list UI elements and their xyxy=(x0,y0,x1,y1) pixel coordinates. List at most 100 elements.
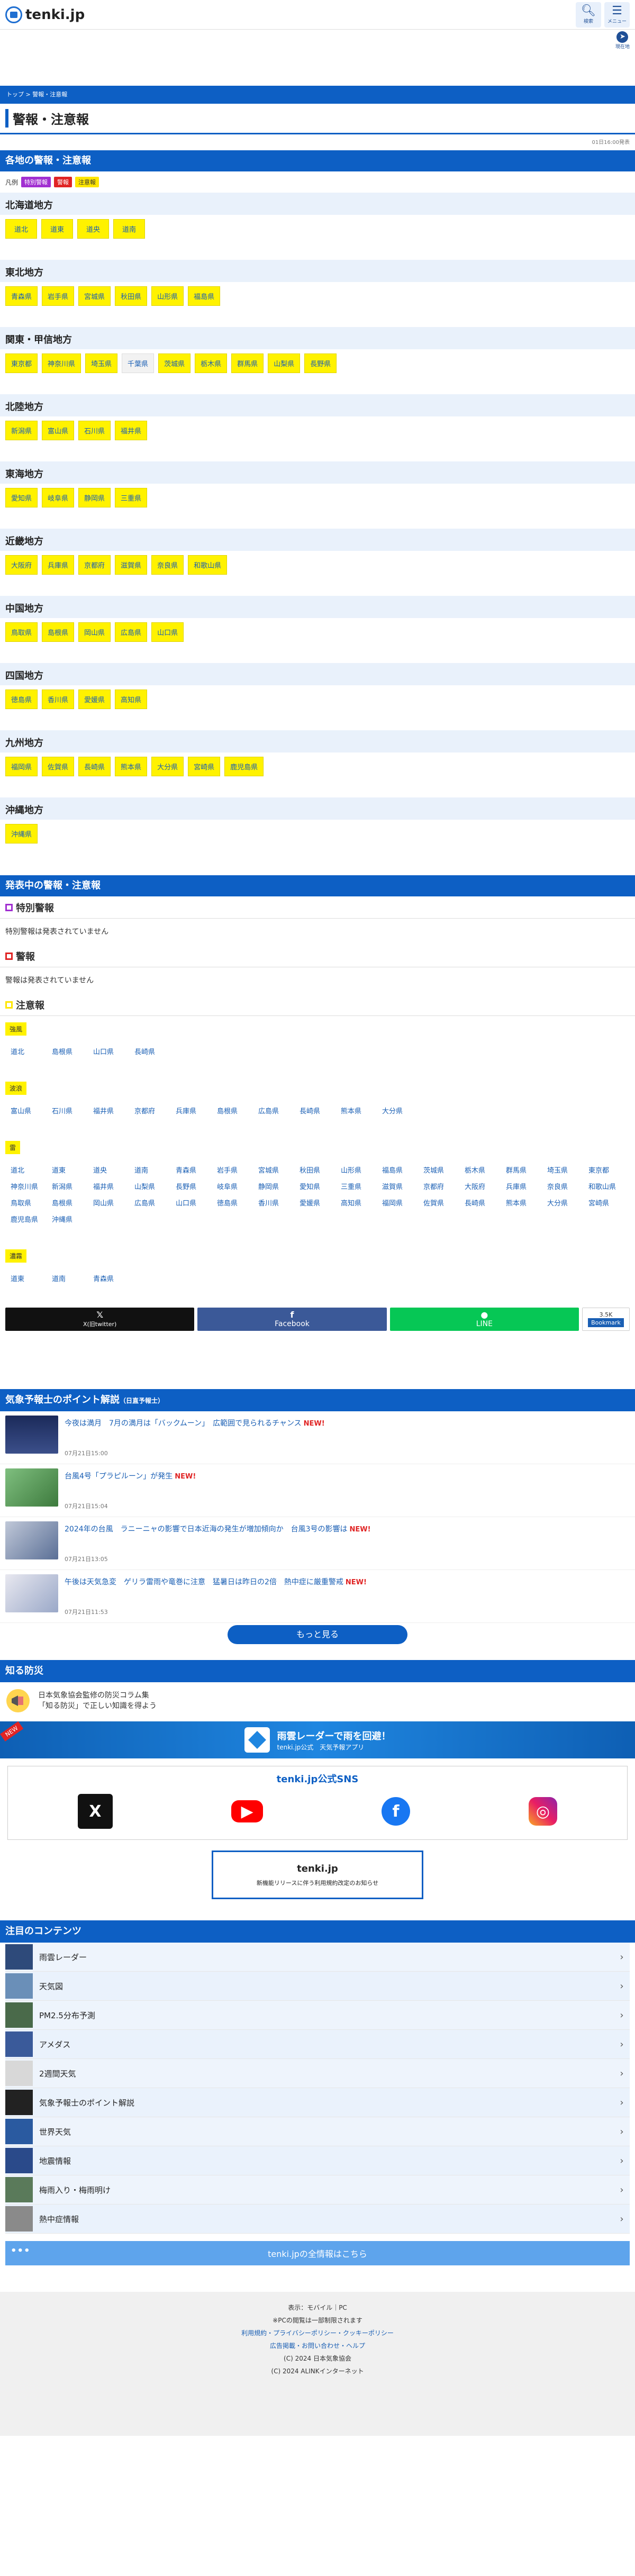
pref-link[interactable]: 岩手県 xyxy=(42,286,75,306)
content-item[interactable]: PM2.5分布予測 › xyxy=(5,2001,630,2030)
pref-link[interactable]: 静岡県 xyxy=(78,488,111,507)
breadcrumb-home[interactable]: トップ xyxy=(6,91,24,98)
advisory-area-link[interactable]: 山口県 xyxy=(170,1194,212,1211)
pref-link[interactable]: 大阪府 xyxy=(5,555,38,575)
pref-link[interactable]: 栃木県 xyxy=(195,353,228,373)
pref-link[interactable]: 茨城県 xyxy=(158,353,191,373)
advisory-area-link[interactable]: 広島県 xyxy=(129,1194,170,1211)
advisory-area-link[interactable]: 宮崎県 xyxy=(583,1194,624,1211)
pref-link[interactable]: 道北 xyxy=(5,219,37,239)
pref-link[interactable]: 沖縄県 xyxy=(5,824,38,843)
share-x-button[interactable]: 𝕏 X(旧twitter) xyxy=(5,1308,195,1331)
forecaster-item[interactable]: 2024年の台風 ラニーニャの影響で日本近海の発生が増加傾向か 台風3号の影響は… xyxy=(0,1517,635,1570)
advisory-area-link[interactable]: 石川県 xyxy=(47,1102,88,1119)
advisory-area-link[interactable]: 東京都 xyxy=(583,1162,624,1178)
pref-link[interactable]: 京都府 xyxy=(78,555,111,575)
pref-link[interactable]: 道南 xyxy=(113,219,145,239)
bousai-link[interactable]: 日本気象協会監修の防災コラム集 「知る防災」で正しい知識を得よう xyxy=(0,1682,635,1719)
content-item[interactable]: 雨雲レーダー › xyxy=(5,1943,630,1972)
advisory-area-link[interactable]: 京都府 xyxy=(418,1178,459,1194)
advisory-area-link[interactable]: 青森県 xyxy=(170,1162,212,1178)
pref-link[interactable]: 奈良県 xyxy=(151,555,184,575)
advisory-area-link[interactable]: 三重県 xyxy=(335,1178,377,1194)
pref-link[interactable]: 大分県 xyxy=(151,757,184,776)
youtube-icon[interactable]: ▶ xyxy=(231,1800,263,1822)
more-button[interactable]: もっと見る xyxy=(228,1625,407,1644)
advisory-area-link[interactable]: 埼玉県 xyxy=(542,1162,583,1178)
advisory-area-link[interactable]: 山口県 xyxy=(88,1043,129,1059)
advisory-area-link[interactable]: 新潟県 xyxy=(47,1178,88,1194)
advisory-area-link[interactable]: 京都府 xyxy=(129,1102,170,1119)
advisory-area-link[interactable]: 広島県 xyxy=(253,1102,294,1119)
advisory-area-link[interactable]: 富山県 xyxy=(5,1102,47,1119)
advisory-area-link[interactable]: 香川県 xyxy=(253,1194,294,1211)
advisory-area-link[interactable]: 道北 xyxy=(5,1043,47,1059)
pref-link[interactable]: 岐阜県 xyxy=(42,488,75,507)
advisory-area-link[interactable]: 山形県 xyxy=(335,1162,377,1178)
search-button[interactable]: 🔍︎ 検索 xyxy=(576,2,601,28)
pref-link[interactable]: 三重県 xyxy=(115,488,148,507)
pref-link[interactable]: 神奈川県 xyxy=(42,353,81,373)
pref-link[interactable]: 新潟県 xyxy=(5,421,38,440)
content-item[interactable]: 気象予報士のポイント解説 › xyxy=(5,2088,630,2117)
content-item[interactable]: アメダス › xyxy=(5,2030,630,2059)
share-line-button[interactable]: ● LINE xyxy=(389,1308,579,1331)
advisory-area-link[interactable]: 福岡県 xyxy=(377,1194,418,1211)
pref-link[interactable]: 埼玉県 xyxy=(85,353,118,373)
advisory-area-link[interactable]: 徳島県 xyxy=(212,1194,253,1211)
pref-link[interactable]: 高知県 xyxy=(115,690,148,709)
pref-link[interactable]: 長野県 xyxy=(304,353,337,373)
pref-link[interactable]: 広島県 xyxy=(115,622,148,642)
pref-link[interactable]: 愛知県 xyxy=(5,488,38,507)
pref-link[interactable]: 東京都 xyxy=(5,353,38,373)
pref-link[interactable]: 秋田県 xyxy=(115,286,148,306)
advisory-area-link[interactable]: 佐賀県 xyxy=(418,1194,459,1211)
advisory-area-link[interactable]: 熊本県 xyxy=(335,1102,377,1119)
facebook-icon[interactable]: f xyxy=(382,1797,410,1826)
current-location-button[interactable]: ➤ 現在地 xyxy=(615,31,630,50)
advisory-area-link[interactable]: 茨城県 xyxy=(418,1162,459,1178)
forecaster-item[interactable]: 台風4号「プラピルーン」が発生 NEW! 07月21日15:04 xyxy=(0,1464,635,1517)
pref-link[interactable]: 長崎県 xyxy=(78,757,111,776)
advisory-area-link[interactable]: 福島県 xyxy=(377,1162,418,1178)
pref-link[interactable]: 愛媛県 xyxy=(78,690,111,709)
advisory-area-link[interactable]: 島根県 xyxy=(47,1194,88,1211)
pref-link[interactable]: 島根県 xyxy=(42,622,75,642)
advisory-area-link[interactable]: 兵庫県 xyxy=(170,1102,212,1119)
instagram-icon[interactable]: ◎ xyxy=(529,1797,557,1826)
share-bookmark-button[interactable]: 3.5K Bookmark xyxy=(582,1308,630,1331)
content-item[interactable]: 熱中症情報 › xyxy=(5,2205,630,2234)
pref-link[interactable]: 福島県 xyxy=(188,286,221,306)
footer-links-2[interactable]: 広告掲載・お問い合わせ・ヘルプ xyxy=(270,2342,365,2350)
pref-link[interactable]: 道東 xyxy=(41,219,73,239)
pref-link[interactable]: 福井県 xyxy=(115,421,148,440)
advisory-area-link[interactable]: 鹿児島県 xyxy=(5,1211,47,1227)
content-item[interactable]: 世界天気 › xyxy=(5,2117,630,2146)
advisory-area-link[interactable]: 栃木県 xyxy=(459,1162,501,1178)
advisory-area-link[interactable]: 島根県 xyxy=(212,1102,253,1119)
content-item[interactable]: 地震情報 › xyxy=(5,2146,630,2175)
advisory-area-link[interactable]: 群馬県 xyxy=(501,1162,542,1178)
pref-link[interactable]: 徳島県 xyxy=(5,690,38,709)
pref-link[interactable]: 熊本県 xyxy=(115,757,148,776)
pref-link[interactable]: 宮城県 xyxy=(78,286,111,306)
pref-link[interactable]: 佐賀県 xyxy=(42,757,75,776)
all-info-button[interactable]: ••• tenki.jpの全情報はこちら xyxy=(5,2241,630,2265)
forecaster-item[interactable]: 今夜は満月 7月の満月は「バックムーン」 広範囲で見られるチャンス NEW! 07月… xyxy=(0,1411,635,1464)
advisory-area-link[interactable]: 兵庫県 xyxy=(501,1178,542,1194)
advisory-area-link[interactable]: 山梨県 xyxy=(129,1178,170,1194)
app-banner[interactable]: NEW 雨雲レーダーで雨を回避！ tenki.jp公式 天気予報アプリ xyxy=(0,1721,635,1758)
pref-link[interactable]: 青森県 xyxy=(5,286,38,306)
advisory-area-link[interactable]: 熊本県 xyxy=(501,1194,542,1211)
pref-link[interactable]: 滋賀県 xyxy=(115,555,148,575)
advisory-area-link[interactable]: 和歌山県 xyxy=(583,1178,624,1194)
display-switch[interactable]: 表示：モバイル｜PC xyxy=(0,2301,635,2314)
advisory-area-link[interactable]: 滋賀県 xyxy=(377,1178,418,1194)
terms-notice-banner[interactable]: tenki.jp 新機能リリースに伴う利用規約改定のお知らせ xyxy=(212,1851,423,1899)
advisory-area-link[interactable]: 奈良県 xyxy=(542,1178,583,1194)
advisory-area-link[interactable]: 高知県 xyxy=(335,1194,377,1211)
advisory-area-link[interactable]: 大阪府 xyxy=(459,1178,501,1194)
advisory-area-link[interactable]: 愛知県 xyxy=(294,1178,335,1194)
pref-link[interactable]: 石川県 xyxy=(78,421,111,440)
pref-link[interactable]: 山梨県 xyxy=(268,353,301,373)
